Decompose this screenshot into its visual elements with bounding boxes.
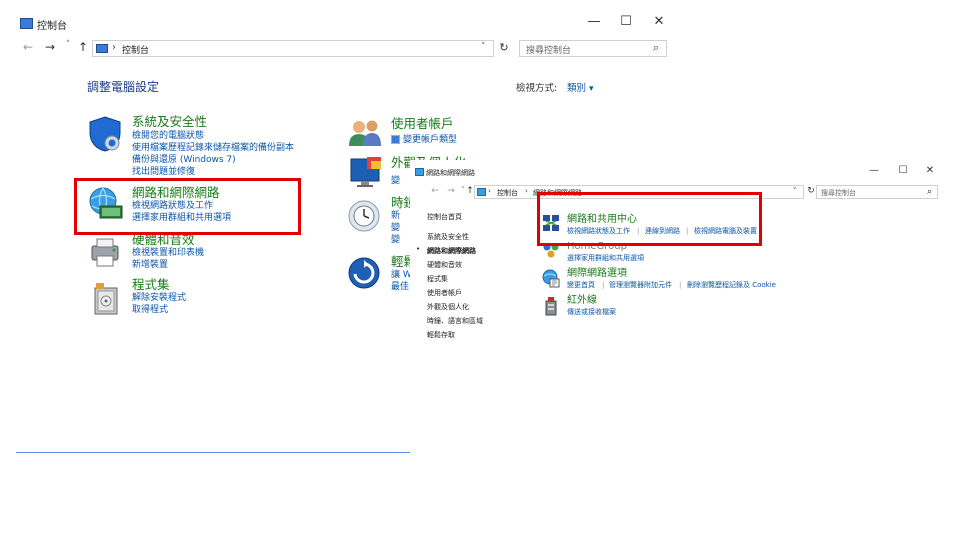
link-clock-3[interactable]: 變 [391, 235, 400, 246]
chevron-down-icon: ▾ [589, 84, 594, 94]
address-crumb[interactable]: 控制台 [122, 43, 149, 56]
win2-back-button[interactable]: ← [427, 186, 443, 196]
nav-control-panel-home[interactable]: 控制台首頁 [427, 212, 462, 222]
shield-icon [89, 116, 121, 152]
network-window-title: 網路和網際網路 [426, 169, 475, 177]
internet-options-icon [542, 269, 560, 288]
programs-icon [94, 283, 118, 315]
win2-minimize-button[interactable]: — [866, 165, 882, 176]
highlight-network-sharing-center [537, 192, 762, 246]
link-add-device[interactable]: 新增裝置 [132, 260, 168, 271]
nav-clock-region[interactable]: 時鐘、語言和區域 [427, 316, 483, 326]
category-programs[interactable]: 程式集 [132, 278, 170, 292]
link-separator: | [602, 281, 605, 289]
view-by-label: 檢視方式: [516, 83, 558, 94]
link-uninstall-program[interactable]: 解除安裝程式 [132, 293, 186, 304]
link-manage-add-ons[interactable]: 管理瀏覽器附加元件 [609, 281, 672, 290]
link-ease-1[interactable]: 讓 W [391, 270, 412, 281]
search-placeholder: 搜尋控制台 [526, 46, 572, 56]
control-panel-icon [20, 18, 33, 29]
control-panel-icon [96, 44, 108, 53]
highlight-network-category [74, 178, 301, 235]
link-review-status[interactable]: 檢閱您的電腦狀態 [132, 131, 204, 142]
refresh-icon[interactable]: ↻ [496, 41, 512, 54]
link-troubleshoot[interactable]: 找出問題並修復 [132, 167, 195, 178]
nav-appearance[interactable]: 外觀及個人化 [427, 302, 469, 312]
uac-shield-icon [391, 135, 400, 144]
up-button[interactable]: ↑ [75, 40, 91, 54]
search-input[interactable]: 搜尋控制台 ⌕ [519, 40, 667, 57]
search-icon: ⌕ [653, 41, 660, 54]
link-clock-2[interactable]: 變 [391, 223, 400, 234]
maximize-button[interactable]: ☐ [618, 14, 634, 29]
section-infrared[interactable]: 紅外線 [567, 295, 597, 307]
infrared-icon [545, 297, 557, 316]
ease-of-access-icon [348, 257, 380, 289]
address-separator: › [488, 187, 491, 195]
link-appearance-1[interactable]: 變 [391, 176, 400, 187]
back-button[interactable]: ← [20, 40, 36, 54]
view-by-value: 類別 [567, 83, 587, 94]
recent-locations-button[interactable]: ˅ [60, 40, 76, 50]
appearance-icon [350, 157, 381, 187]
link-separator: | [679, 281, 682, 289]
link-devices-printers[interactable]: 檢視裝置和印表機 [132, 248, 204, 259]
divider [16, 452, 410, 453]
link-delete-browsing-history[interactable]: 刪除瀏覽歷程記錄及 Cookie [687, 281, 776, 290]
win2-address-dropdown-icon[interactable]: ˅ [793, 187, 797, 195]
clock-globe-icon [348, 200, 380, 232]
nav-user-accounts[interactable]: 使用者帳戶 [427, 288, 462, 298]
nav-hardware-sound[interactable]: 硬體和音效 [427, 260, 462, 270]
network-internet-window: 網路和網際網路 — ☐ ✕ ← → ˅ ↑ › 控制台 › 網路和網際網路 ˅ … [410, 160, 940, 345]
address-dropdown-icon[interactable]: ˅ [481, 42, 486, 52]
win2-close-button[interactable]: ✕ [922, 165, 938, 176]
link-change-home-page[interactable]: 變更首頁 [567, 281, 595, 290]
link-ease-2[interactable]: 最佳 [391, 282, 409, 293]
link-backup-restore[interactable]: 備份與還原 (Windows 7) [132, 155, 236, 166]
win2-search-input[interactable]: 搜尋控制台 ⌕ [816, 185, 938, 199]
link-change-account-type[interactable]: 變更帳戶類型 [403, 135, 457, 146]
network-window-icon [415, 168, 424, 176]
minimize-button[interactable]: — [586, 14, 602, 29]
nav-current-bullet: • [416, 245, 421, 253]
win2-search-placeholder: 搜尋控制台 [821, 189, 856, 197]
link-send-receive-files[interactable]: 傳送或接收檔案 [567, 308, 616, 317]
category-hardware-sound[interactable]: 硬體和音效 [132, 233, 195, 247]
link-get-programs[interactable]: 取得程式 [132, 305, 168, 316]
window-title: 控制台 [37, 21, 67, 32]
close-button[interactable]: ✕ [651, 14, 667, 29]
link-homegroup-options[interactable]: 選擇家用群組和共用選項 [567, 254, 644, 263]
network-window-icon [477, 188, 486, 196]
nav-network-internet[interactable]: 網路和網際網路 [427, 246, 476, 256]
page-title: 調整電腦設定 [87, 80, 160, 94]
address-bar[interactable]: › 控制台 ˅ [92, 40, 494, 57]
win2-crumb-control-panel[interactable]: 控制台 [497, 188, 518, 198]
nav-system-security[interactable]: 系統及安全性 [427, 232, 469, 242]
address-separator: › [525, 187, 528, 195]
link-file-history[interactable]: 使用檔案歷程記錄來儲存檔案的備份副本 [132, 143, 294, 154]
view-by-dropdown[interactable]: 類別 ▾ [567, 80, 594, 94]
category-user-accounts[interactable]: 使用者帳戶 [391, 117, 454, 131]
link-clock-1[interactable]: 新 [391, 211, 400, 222]
category-system-security[interactable]: 系統及安全性 [132, 115, 207, 129]
nav-ease-of-access[interactable]: 輕鬆存取 [427, 330, 455, 340]
section-internet-options[interactable]: 網際網路選項 [567, 268, 627, 280]
win2-maximize-button[interactable]: ☐ [895, 165, 911, 176]
printer-icon [91, 238, 119, 267]
forward-button[interactable]: → [42, 40, 58, 54]
address-separator: › [112, 42, 116, 53]
search-icon: ⌕ [927, 187, 933, 197]
user-accounts-icon [349, 120, 381, 146]
nav-programs[interactable]: 程式集 [427, 274, 448, 284]
